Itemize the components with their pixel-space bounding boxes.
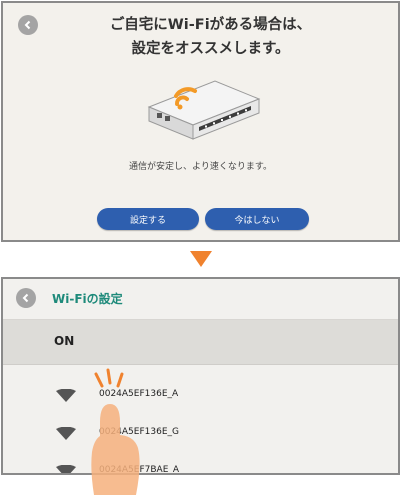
- back-button[interactable]: [18, 15, 38, 35]
- settings-title: Wi-Fiの設定: [52, 292, 123, 306]
- network-list-item[interactable]: 0024A5EF136E_G: [3, 415, 398, 453]
- settings-header: Wi-Fiの設定: [3, 279, 398, 320]
- description-text: 通信が安定し、より速くなります。: [129, 162, 272, 172]
- wifi-settings-panel: Wi-Fiの設定 ON 0024A5EF136E_A 0024A5EF136E_…: [1, 277, 400, 475]
- wifi-recommendation-panel: ご自宅にWi-Fiがある場合は、 設定をオススメします。 通信が安定し、より速く…: [1, 1, 400, 242]
- network-list-item[interactable]: 0024A5EF7BAE_A: [3, 453, 398, 475]
- headline-line-1: ご自宅にWi-Fiがある場合は、: [109, 17, 312, 33]
- setup-button[interactable]: 設定する: [97, 208, 199, 230]
- network-ssid: 0024A5EF136E_G: [99, 427, 179, 437]
- back-button[interactable]: [16, 288, 36, 308]
- headline-line-2: 設定をオススメします。: [131, 41, 290, 57]
- page-title: ご自宅にWi-Fiがある場合は、 設定をオススメします。: [43, 13, 378, 61]
- wifi-icon: [56, 427, 76, 440]
- chevron-left-icon: [24, 20, 31, 30]
- wifi-icon: [56, 389, 76, 402]
- wifi-icon: [56, 465, 76, 473]
- wifi-toggle-label: ON: [54, 334, 75, 348]
- network-list-item[interactable]: 0024A5EF136E_A: [3, 377, 398, 415]
- chevron-left-icon: [22, 293, 29, 303]
- router-illustration: [147, 80, 261, 140]
- wifi-toggle-row[interactable]: ON: [3, 320, 398, 365]
- not-now-button[interactable]: 今はしない: [205, 208, 309, 230]
- network-ssid: 0024A5EF7BAE_A: [99, 465, 180, 475]
- arrow-down-icon: [190, 251, 212, 267]
- network-ssid: 0024A5EF136E_A: [99, 389, 179, 399]
